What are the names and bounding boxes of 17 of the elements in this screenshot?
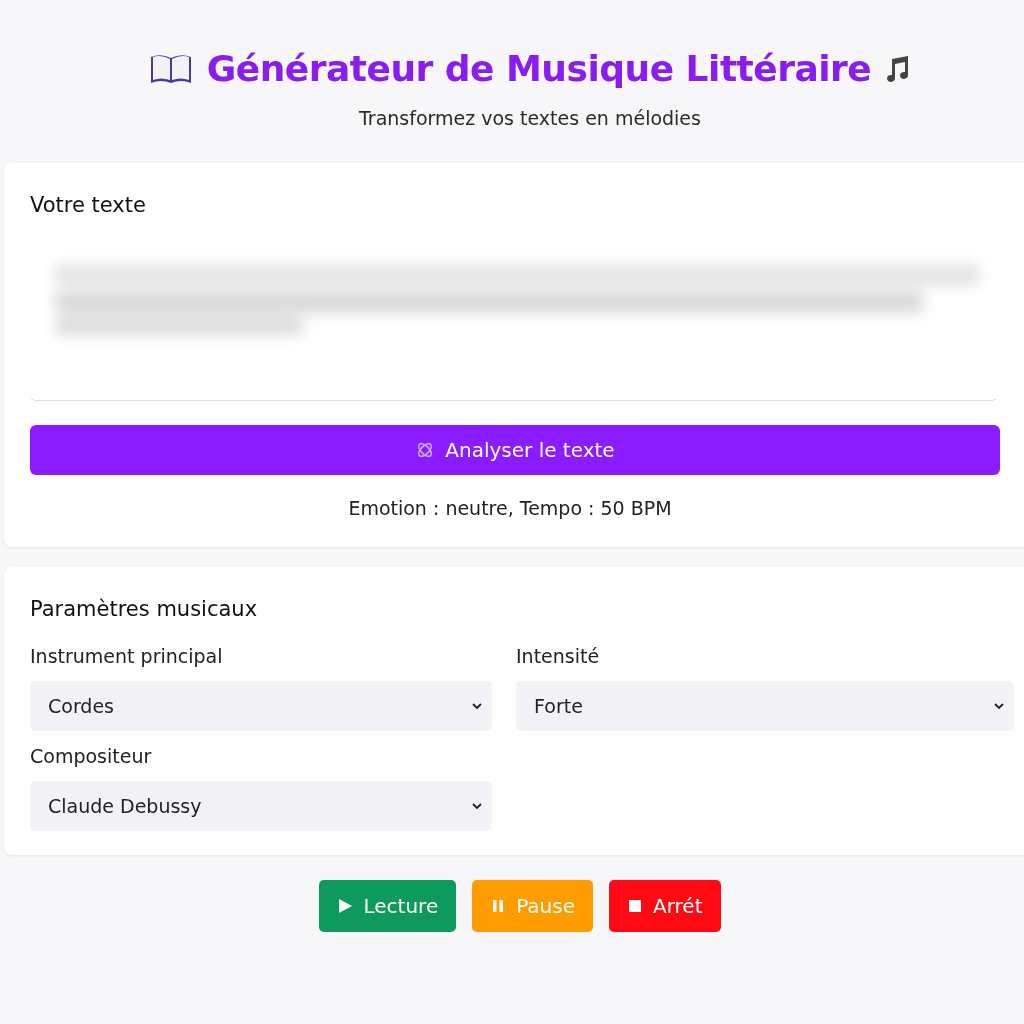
analyze-button[interactable]: Analyser le texte [30,425,1000,475]
open-book-icon [148,52,193,85]
field-label: Compositeur [30,745,153,767]
field-label: Instrument principal [30,645,224,667]
stop-icon [627,898,643,914]
section-heading: Paramètres musicaux [30,597,259,621]
stop-button[interactable]: Arrét [609,880,721,932]
section-heading: Votre texte [30,193,147,217]
play-button[interactable]: Lecture [319,880,457,932]
dropdown-select[interactable]: Forte [516,681,1014,731]
play-icon [337,898,354,914]
app-title: Générateur de Musique Littéraire [206,48,872,89]
analysis-result: Emotion : neutre, Tempo : 50 BPM [347,497,673,519]
subtitle: Transformez vos textes en mélodies [359,107,701,129]
dropdown-select[interactable]: Claude Debussy [30,781,492,831]
field-label: Intensité [516,645,601,667]
dropdown-select[interactable]: Cordes [30,681,492,731]
